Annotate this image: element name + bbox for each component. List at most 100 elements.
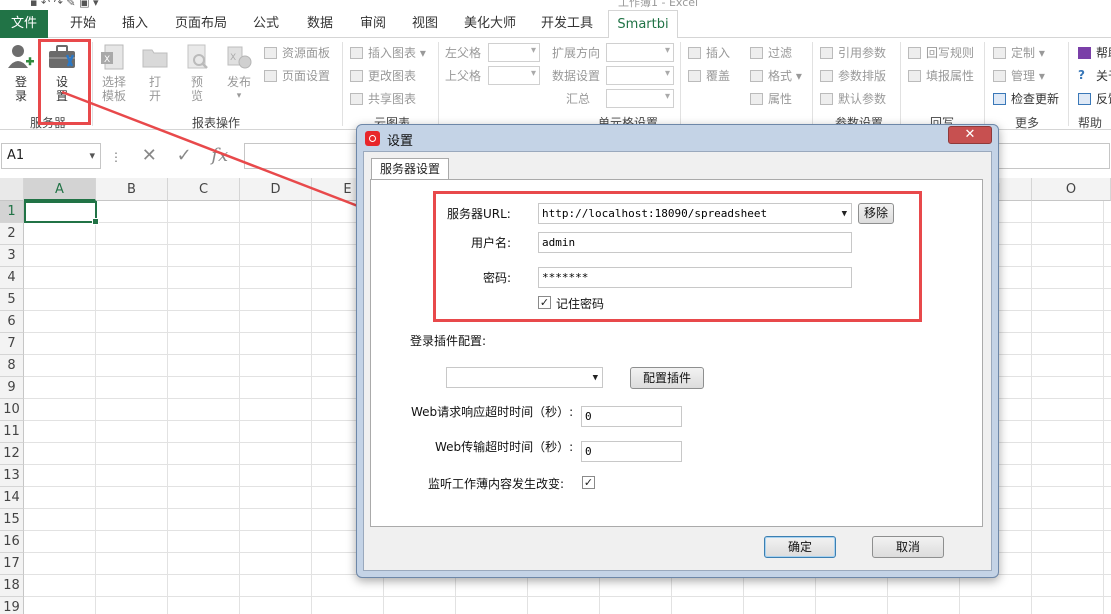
login-plugin-combo[interactable]	[446, 367, 603, 388]
attribute-button[interactable]: 属性	[750, 90, 792, 108]
row-header-19[interactable]: 19	[0, 597, 24, 614]
tab-view[interactable]: 视图	[404, 10, 446, 38]
cancel-icon[interactable]: ✕	[142, 145, 157, 166]
tab-insert[interactable]: 插入	[112, 10, 158, 38]
login-button[interactable]: 登 录	[3, 42, 39, 103]
row-header-2[interactable]: 2	[0, 223, 24, 245]
row-header-6[interactable]: 6	[0, 311, 24, 333]
bar-chart-edit-icon	[350, 70, 363, 82]
smartbi-logo-icon	[365, 131, 380, 146]
ribbon-separator	[438, 42, 439, 126]
data-settings-combo[interactable]	[606, 66, 674, 85]
writeback-rules-button[interactable]: 回写规则	[908, 44, 974, 62]
user-add-icon	[8, 45, 34, 68]
filter-button[interactable]: 过滤	[750, 44, 792, 62]
feedback-button[interactable]: 反馈	[1078, 90, 1111, 108]
row-header-17[interactable]: 17	[0, 553, 24, 575]
publish-button[interactable]: X 发布 ▾	[221, 42, 257, 103]
page-setup-button[interactable]: 页面设置	[264, 67, 330, 85]
tab-home[interactable]: 开始	[58, 10, 108, 38]
open-label: 打 开	[148, 75, 161, 103]
select-all-corner[interactable]	[0, 178, 24, 201]
summary-combo[interactable]	[606, 89, 674, 108]
column-header-a[interactable]: A	[24, 178, 96, 201]
resource-panel-button[interactable]: 资源面板	[264, 44, 330, 62]
ref-param-button[interactable]: 引用参数	[820, 44, 886, 62]
expand-direction-combo[interactable]	[606, 43, 674, 62]
tab-beautify-master[interactable]: 美化大师	[456, 10, 524, 38]
overwrite-icon	[688, 70, 701, 82]
row-header-8[interactable]: 8	[0, 355, 24, 377]
column-header-o[interactable]: O	[1032, 178, 1111, 201]
select-template-button[interactable]: X 选择 模板	[96, 42, 132, 103]
column-header-d[interactable]: D	[240, 178, 312, 201]
left-parent-combo[interactable]	[488, 43, 540, 62]
row-header-16[interactable]: 16	[0, 531, 24, 553]
check-update-button[interactable]: 检查更新	[993, 90, 1059, 108]
share-chart-button[interactable]: 共享图表	[350, 90, 416, 108]
row-header-10[interactable]: 10	[0, 399, 24, 421]
row-header-5[interactable]: 5	[0, 289, 24, 311]
active-cell-a1[interactable]	[24, 201, 99, 225]
web-transfer-timeout-field[interactable]: 0	[581, 441, 682, 462]
row-header-14[interactable]: 14	[0, 487, 24, 509]
insert-chart-label: 插入图表	[368, 46, 417, 60]
name-box[interactable]: A1	[1, 143, 101, 169]
row-header-3[interactable]: 3	[0, 245, 24, 267]
ribbon-separator	[1068, 42, 1069, 126]
row-header-4[interactable]: 4	[0, 267, 24, 289]
open-button[interactable]: 打 开	[137, 42, 173, 103]
row-header-18[interactable]: 18	[0, 575, 24, 597]
row-header-11[interactable]: 11	[0, 421, 24, 443]
dialog-title-bar[interactable]: 设置 ✕	[357, 125, 998, 151]
fill-attr-button[interactable]: 填报属性	[908, 67, 974, 85]
folder-open-icon	[142, 49, 168, 68]
web-response-timeout-field[interactable]: 0	[581, 406, 682, 427]
enter-icon[interactable]: ✓	[177, 145, 192, 166]
feedback-icon	[1078, 93, 1091, 105]
overwrite-button[interactable]: 覆盖	[688, 67, 730, 85]
configure-plugin-button[interactable]: 配置插件	[630, 367, 704, 389]
tab-data[interactable]: 数据	[298, 10, 342, 38]
cancel-button[interactable]: 取消	[872, 536, 944, 558]
tab-file[interactable]: 文件	[0, 10, 48, 38]
row-header-12[interactable]: 12	[0, 443, 24, 465]
tab-formulas[interactable]: 公式	[244, 10, 288, 38]
quick-access-toolbar[interactable]: ▪ ↶ ↷ ✎ ▣ ▾	[30, 0, 99, 9]
row-header-1[interactable]: 1	[0, 201, 24, 223]
group-label-more: 更多	[1014, 116, 1039, 130]
more-dots-icon: ⋮	[110, 150, 122, 164]
insert-button[interactable]: 插入	[688, 44, 730, 62]
default-param-button[interactable]: 默认参数	[820, 90, 886, 108]
column-header-b[interactable]: B	[96, 178, 168, 201]
properties-icon	[750, 93, 763, 105]
dialog-close-button[interactable]: ✕	[948, 126, 992, 144]
formula-bar-icons: ⋮ ✕ ✓ fx	[110, 143, 228, 169]
tab-page-layout[interactable]: 页面布局	[168, 10, 234, 38]
row-header-9[interactable]: 9	[0, 377, 24, 399]
insert-rows-icon	[688, 47, 701, 59]
insert-function-icon[interactable]: fx	[211, 145, 228, 166]
about-button[interactable]: ? 关于	[1078, 67, 1111, 85]
tab-developer[interactable]: 开发工具	[532, 10, 602, 38]
row-header-13[interactable]: 13	[0, 465, 24, 487]
ok-button[interactable]: 确定	[764, 536, 836, 558]
row-header-15[interactable]: 15	[0, 509, 24, 531]
format-button[interactable]: 格式 ▾	[750, 67, 802, 85]
tab-smartbi[interactable]: Smartbi	[608, 10, 678, 39]
tab-review[interactable]: 审阅	[352, 10, 394, 38]
filter-icon	[750, 47, 763, 59]
filter-label: 过滤	[768, 46, 793, 60]
tab-server-settings[interactable]: 服务器设置	[371, 158, 449, 180]
insert-chart-button[interactable]: 插入图表 ▾	[350, 44, 426, 62]
column-header-c[interactable]: C	[168, 178, 240, 201]
top-parent-combo[interactable]	[488, 66, 540, 85]
help-button[interactable]: 帮助	[1078, 44, 1111, 62]
customize-button[interactable]: 定制 ▾	[993, 44, 1045, 62]
change-chart-button[interactable]: 更改图表	[350, 67, 416, 85]
preview-button[interactable]: 预 览	[179, 42, 215, 103]
manage-button[interactable]: 管理 ▾	[993, 67, 1045, 85]
row-header-7[interactable]: 7	[0, 333, 24, 355]
listen-changes-checkbox[interactable]: ✓	[582, 476, 595, 489]
param-layout-button[interactable]: 参数排版	[820, 67, 886, 85]
